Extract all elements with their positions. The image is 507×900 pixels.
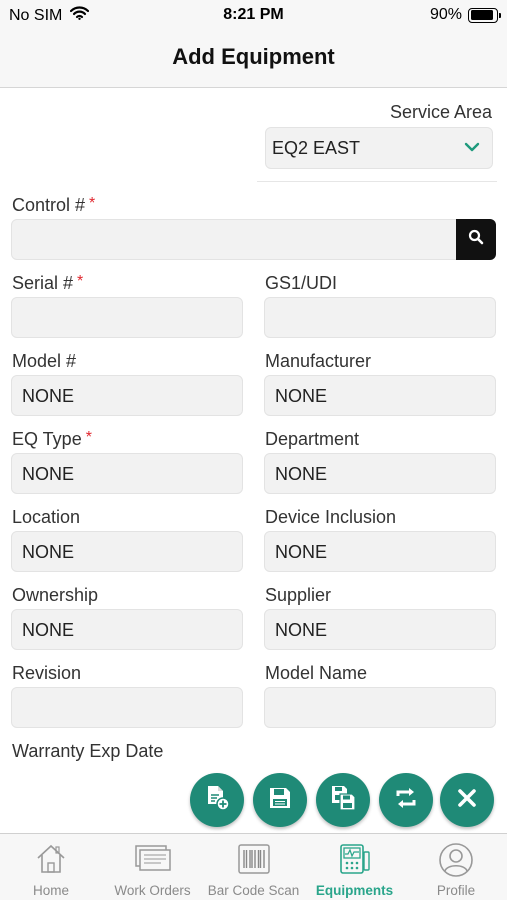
control-label-text: Control # [12, 195, 86, 215]
equipment-form[interactable]: Service Area EQ2 EAST Control # * Serial … [0, 89, 507, 833]
model-number-value: NONE [22, 386, 75, 406]
copy-button[interactable] [316, 773, 370, 827]
supplier-value: NONE [275, 620, 328, 640]
eq-type-select[interactable]: NONE [11, 453, 243, 494]
service-area-value: EQ2 EAST [272, 138, 361, 158]
add-document-icon [202, 783, 232, 818]
location-label: Location [12, 507, 81, 527]
navigation-bar: Add Equipment [0, 30, 507, 88]
tab-equipments[interactable]: Equipments [304, 834, 405, 900]
close-icon [456, 787, 478, 814]
department-select[interactable]: NONE [264, 453, 496, 494]
copy-icon [328, 783, 358, 818]
search-icon [468, 229, 484, 250]
eq-type-value: NONE [22, 464, 75, 484]
refresh-button[interactable] [379, 773, 433, 827]
tab-bar: Home Work Orders Bar Code Scan Equipment… [0, 833, 507, 900]
equipment-icon [337, 842, 373, 881]
service-area-divider [257, 181, 497, 182]
battery-icon [468, 7, 501, 23]
device-inclusion-value: NONE [275, 542, 328, 562]
location-value: NONE [22, 542, 75, 562]
ownership-select[interactable]: NONE [11, 609, 243, 650]
required-mark: * [85, 429, 92, 446]
serial-label-text: Serial # [12, 273, 74, 293]
manufacturer-value: NONE [275, 386, 328, 406]
supplier-select[interactable]: NONE [264, 609, 496, 650]
add-document-button[interactable] [190, 773, 244, 827]
manufacturer-select[interactable]: NONE [264, 375, 496, 416]
refresh-icon [393, 785, 419, 816]
serial-label: Serial # * [12, 273, 83, 294]
ownership-value: NONE [22, 620, 75, 640]
tab-bar-code-scan-label: Bar Code Scan [207, 883, 300, 898]
service-area-select[interactable]: EQ2 EAST [265, 127, 493, 169]
eq-type-label-text: EQ Type [12, 429, 82, 449]
tab-profile[interactable]: Profile [405, 834, 507, 900]
manufacturer-label: Manufacturer [265, 351, 372, 371]
search-button[interactable] [456, 219, 496, 260]
department-value: NONE [275, 464, 328, 484]
page-title: Add Equipment [172, 44, 335, 69]
profile-icon [438, 842, 474, 883]
required-mark: * [89, 195, 96, 212]
device-inclusion-label: Device Inclusion [265, 507, 397, 527]
chevron-down-icon [464, 140, 480, 158]
status-bar: No SIM 8:21 PM 90% [0, 0, 507, 30]
save-icon [267, 785, 293, 816]
control-number-input[interactable] [11, 219, 457, 260]
battery-status: 90% [429, 6, 501, 24]
device-inclusion-select[interactable]: NONE [264, 531, 496, 572]
save-button[interactable] [253, 773, 307, 827]
close-button[interactable] [440, 773, 494, 827]
tab-home-label: Home [32, 883, 69, 898]
warranty-exp-date-label: Warranty Exp Date [12, 741, 164, 761]
home-icon [34, 842, 68, 881]
tab-bar-code-scan[interactable]: Bar Code Scan [203, 834, 304, 900]
model-number-label: Model # [12, 351, 77, 371]
work-orders-icon [133, 842, 173, 881]
location-select[interactable]: NONE [11, 531, 243, 572]
service-area-label: Service Area [389, 102, 492, 122]
tab-equipments-label: Equipments [315, 883, 394, 898]
control-label: Control # * [12, 195, 95, 216]
supplier-label: Supplier [265, 585, 332, 605]
tab-profile-label: Profile [436, 883, 476, 898]
eq-type-label: EQ Type * [12, 429, 92, 450]
model-name-input[interactable] [264, 687, 496, 728]
model-number-select[interactable]: NONE [11, 375, 243, 416]
model-name-label: Model Name [265, 663, 368, 683]
department-label: Department [265, 429, 360, 449]
gs1-udi-label: GS1/UDI [265, 273, 338, 293]
tab-work-orders-label: Work Orders [114, 883, 191, 898]
tab-work-orders[interactable]: Work Orders [102, 834, 203, 900]
revision-label: Revision [12, 663, 82, 683]
tab-home[interactable]: Home [0, 834, 102, 900]
battery-percent: 90% [429, 6, 462, 23]
gs1-udi-input[interactable] [264, 297, 496, 338]
ownership-label: Ownership [12, 585, 99, 605]
serial-number-input[interactable] [11, 297, 243, 338]
revision-input[interactable] [11, 687, 243, 728]
barcode-icon [237, 842, 271, 881]
required-mark: * [77, 273, 84, 290]
